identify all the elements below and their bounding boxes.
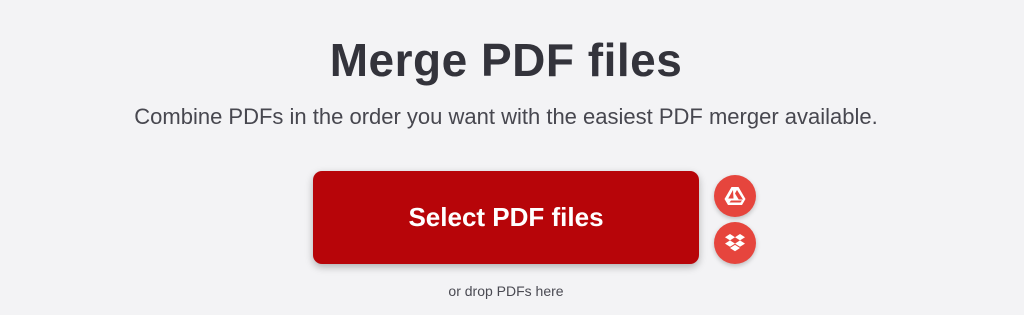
- select-pdf-files-button[interactable]: Select PDF files: [313, 171, 699, 264]
- merge-pdf-page: Merge PDF files Combine PDFs in the orde…: [0, 0, 1024, 315]
- dropbox-icon: [724, 233, 746, 253]
- google-drive-icon: [724, 186, 746, 206]
- select-pdf-files-label: Select PDF files: [408, 202, 604, 232]
- google-drive-button[interactable]: [714, 175, 756, 217]
- page-title: Merge PDF files: [329, 34, 683, 86]
- dropbox-button[interactable]: [714, 222, 756, 264]
- drop-hint: or drop PDFs here: [448, 283, 564, 299]
- page-subtitle: Combine PDFs in the order you want with …: [134, 104, 878, 129]
